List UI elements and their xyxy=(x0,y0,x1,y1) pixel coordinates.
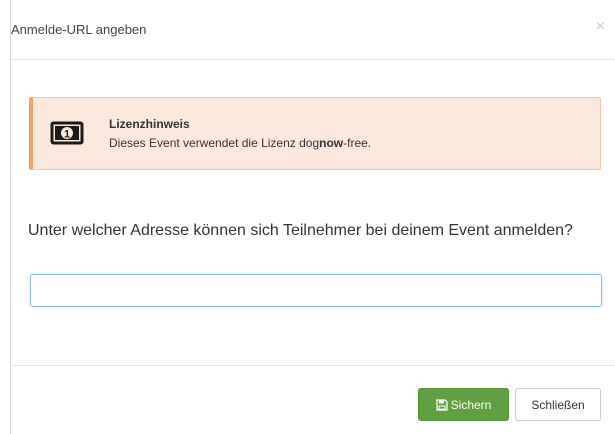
url-dialog: Anmelde-URL angeben × 1 Lizenzhinweis Di… xyxy=(10,0,615,434)
money-bill-icon: 1 xyxy=(50,120,84,146)
url-question-label: Unter welcher Adresse können sich Teilne… xyxy=(28,222,573,239)
save-button[interactable]: Sichern xyxy=(418,388,509,421)
registration-url-input[interactable] xyxy=(30,274,602,307)
license-alert-title: Lizenzhinweis xyxy=(109,117,190,131)
dialog-title: Anmelde-URL angeben xyxy=(11,22,147,37)
close-button[interactable]: Schließen xyxy=(515,388,601,421)
license-text-bold: now xyxy=(319,136,344,150)
license-alert: 1 Lizenzhinweis Dieses Event verwendet d… xyxy=(29,97,601,170)
dialog-footer: Sichern Schließen xyxy=(11,365,615,434)
dialog-header: Anmelde-URL angeben × xyxy=(11,0,615,60)
license-alert-text: Dieses Event verwendet die Lizenz dognow… xyxy=(109,136,371,150)
save-button-label: Sichern xyxy=(450,397,492,412)
left-page-edge xyxy=(0,0,10,434)
license-text-prefix: Dieses Event verwendet die Lizenz dog xyxy=(109,136,320,150)
close-icon[interactable]: × xyxy=(596,19,605,35)
close-button-label: Schließen xyxy=(531,397,585,412)
license-text-suffix: -free. xyxy=(343,136,372,150)
svg-text:1: 1 xyxy=(64,129,70,141)
floppy-disk-icon xyxy=(436,398,448,411)
